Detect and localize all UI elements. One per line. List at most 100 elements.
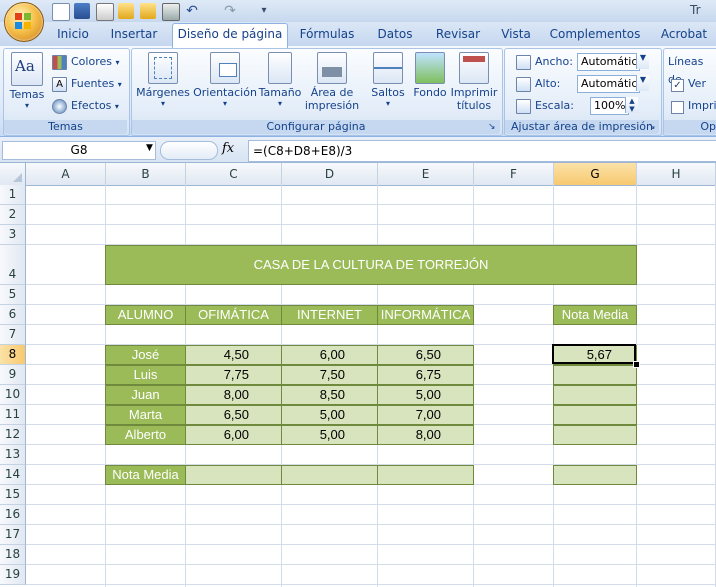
grade-cell-ofimatica[interactable]: 7,75 [185, 365, 282, 385]
student-name-cell[interactable]: Juan [105, 385, 186, 405]
row-header-2[interactable]: 2 [0, 205, 26, 225]
row-header-15[interactable]: 15 [0, 485, 26, 505]
header-nota-media[interactable]: Nota Media [553, 305, 637, 325]
tab-vista[interactable]: Vista [494, 24, 538, 44]
ancho-dropdown-icon[interactable]: ▼ [636, 53, 649, 69]
print-preview-icon[interactable] [96, 3, 114, 21]
print-icon[interactable] [162, 3, 180, 21]
folder-icon[interactable] [140, 3, 156, 19]
grade-cell-media[interactable] [553, 425, 637, 445]
row-header-10[interactable]: 10 [0, 385, 26, 405]
grade-cell-informatica[interactable]: 6,75 [377, 365, 474, 385]
nota-media-internet-cell[interactable] [281, 465, 378, 485]
tab-datos[interactable]: Datos [370, 24, 420, 44]
tab-revisar[interactable]: Revisar [430, 24, 486, 44]
tab-formulas[interactable]: Fórmulas [294, 24, 360, 44]
grade-cell-internet[interactable]: 8,50 [281, 385, 378, 405]
save-icon[interactable] [74, 3, 90, 19]
row-header-9[interactable]: 9 [0, 365, 26, 385]
header-ofimatica[interactable]: OFIMÁTICA [185, 305, 282, 325]
grade-cell-informatica[interactable]: 5,00 [377, 385, 474, 405]
column-header-h[interactable]: H [637, 163, 716, 185]
grade-cell-informatica[interactable]: 6,50 [377, 345, 474, 365]
header-alumno[interactable]: ALUMNO [105, 305, 186, 325]
row-header-6[interactable]: 6 [0, 305, 26, 325]
tamano-button[interactable]: Tamaño ▾ [258, 52, 302, 108]
tab-acrobat[interactable]: Acrobat [652, 24, 716, 44]
imprimir-titulos-button[interactable]: Imprimir títulos [450, 52, 498, 112]
column-header-b[interactable]: B [106, 163, 186, 185]
row-header-5[interactable]: 5 [0, 285, 26, 305]
name-box-dropdown-icon[interactable]: ▼ [146, 143, 153, 153]
fuentes-button[interactable]: A Fuentes ▾ [52, 75, 126, 93]
nota-media-ofimatica-cell[interactable] [185, 465, 282, 485]
row-header-14[interactable]: 14 [0, 465, 26, 485]
sheet-title-cell[interactable]: CASA DE LA CULTURA DE TORREJÓN [105, 245, 637, 285]
header-informatica[interactable]: INFORMÁTICA [377, 305, 474, 325]
configurar-launcher-icon[interactable]: ↘ [488, 122, 496, 132]
ancho-select[interactable]: Automático [577, 53, 640, 71]
column-header-e[interactable]: E [378, 163, 474, 185]
escala-spinner-icon[interactable]: ▲ ▼ [625, 97, 638, 113]
row-header-3[interactable]: 3 [0, 225, 26, 245]
tab-insertar[interactable]: Insertar [104, 24, 164, 44]
colores-button[interactable]: Colores ▾ [52, 53, 126, 71]
column-header-a[interactable]: A [26, 163, 106, 185]
grade-cell-media[interactable] [553, 365, 637, 385]
undo-icon[interactable]: ↶ [184, 3, 200, 19]
student-name-cell[interactable]: Alberto [105, 425, 186, 445]
new-file-icon[interactable] [52, 3, 70, 21]
fill-handle[interactable] [633, 361, 640, 368]
nota-media-row-label[interactable]: Nota Media [105, 465, 186, 485]
margenes-button[interactable]: Márgenes ▾ [136, 52, 190, 108]
temas-button[interactable]: Aa Temas ▾ [8, 52, 46, 110]
grade-cell-ofimatica[interactable]: 8,00 [185, 385, 282, 405]
column-header-g[interactable]: G [554, 163, 637, 185]
customize-toolbar-icon[interactable]: ▾ [256, 3, 272, 19]
column-header-c[interactable]: C [186, 163, 282, 185]
header-internet[interactable]: INTERNET [281, 305, 378, 325]
grade-cell-media[interactable]: 5,67 [553, 345, 637, 365]
formula-input[interactable]: =(C8+D8+E8)/3 [248, 140, 716, 162]
grade-cell-informatica[interactable]: 7,00 [377, 405, 474, 425]
formula-bar-expander[interactable] [160, 141, 218, 160]
imprimir-checkbox[interactable] [671, 101, 684, 114]
nota-media-overall-cell[interactable] [553, 465, 637, 485]
grade-cell-internet[interactable]: 7,50 [281, 365, 378, 385]
row-header-8[interactable]: 8 [0, 345, 26, 365]
row-header-16[interactable]: 16 [0, 505, 26, 525]
alto-dropdown-icon[interactable]: ▼ [636, 75, 649, 91]
row-header-12[interactable]: 12 [0, 425, 26, 445]
student-name-cell[interactable]: Marta [105, 405, 186, 425]
row-header-19[interactable]: 19 [0, 565, 26, 585]
row-header-1[interactable]: 1 [0, 185, 26, 205]
column-header-f[interactable]: F [474, 163, 554, 185]
ver-checkbox[interactable]: ✓ [671, 79, 684, 92]
select-all-button[interactable] [0, 163, 26, 185]
orientacion-button[interactable]: Orientación ▾ [192, 52, 258, 108]
efectos-button[interactable]: Efectos ▾ [52, 97, 126, 115]
grade-cell-media[interactable] [553, 385, 637, 405]
grade-cell-informatica[interactable]: 8,00 [377, 425, 474, 445]
row-header-7[interactable]: 7 [0, 325, 26, 345]
row-header-11[interactable]: 11 [0, 405, 26, 425]
grade-cell-ofimatica[interactable]: 6,50 [185, 405, 282, 425]
row-header-17[interactable]: 17 [0, 525, 26, 545]
tab-inicio[interactable]: Inicio [50, 24, 96, 44]
row-header-18[interactable]: 18 [0, 545, 26, 565]
column-header-d[interactable]: D [282, 163, 378, 185]
open-folder-icon[interactable] [118, 3, 134, 19]
office-button[interactable] [4, 2, 44, 42]
fondo-button[interactable]: Fondo [410, 52, 450, 99]
ajustar-launcher-icon[interactable]: ↘ [648, 122, 656, 132]
grade-cell-media[interactable] [553, 405, 637, 425]
saltos-button[interactable]: Saltos ▾ [366, 52, 410, 108]
grade-cell-internet[interactable]: 5,00 [281, 425, 378, 445]
area-impresion-button[interactable]: Área de impresión [302, 52, 362, 112]
student-name-cell[interactable]: José [105, 345, 186, 365]
tab-complementos[interactable]: Complementos [548, 24, 642, 44]
insert-function-icon[interactable]: fx [222, 141, 234, 156]
escala-input[interactable]: 100% [590, 97, 629, 115]
redo-icon[interactable]: ↷ [222, 3, 238, 19]
row-header-13[interactable]: 13 [0, 445, 26, 465]
